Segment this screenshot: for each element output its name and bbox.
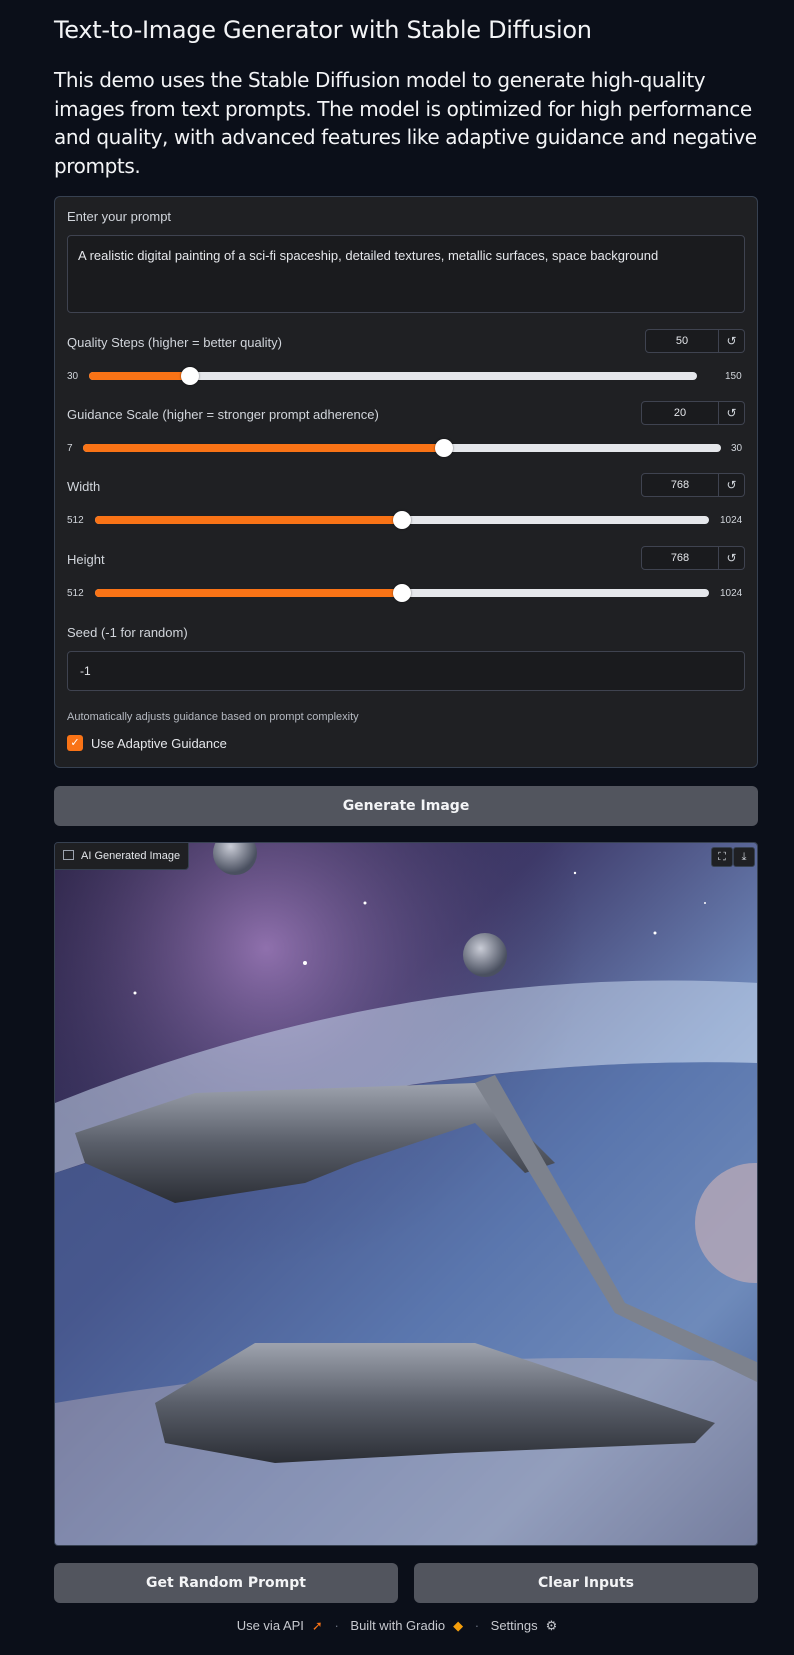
image-label-text: AI Generated Image	[81, 850, 181, 862]
steps-number-input[interactable]: 50	[645, 329, 719, 353]
generated-image	[55, 843, 757, 1545]
guidance-slider-fill	[83, 444, 444, 452]
output-image-panel: AI Generated Image ⛶ ⤓	[54, 842, 758, 1546]
check-icon: ✓	[70, 737, 80, 749]
api-link[interactable]: Use via API	[237, 1618, 304, 1633]
steps-min: 30	[67, 371, 79, 382]
settings-panel: Enter your prompt A realistic digital pa…	[54, 196, 758, 768]
width-slider-fill	[95, 516, 402, 524]
prompt-input[interactable]: A realistic digital painting of a sci-fi…	[67, 235, 745, 313]
separator: ·	[474, 1618, 480, 1633]
steps-max: 150	[725, 371, 742, 382]
height-min: 512	[67, 588, 84, 599]
width-slider[interactable]	[95, 511, 709, 529]
download-icon[interactable]: ⤓	[733, 847, 755, 867]
height-number-input[interactable]: 768	[641, 546, 719, 570]
guidance-label: Guidance Scale (higher = stronger prompt…	[67, 407, 379, 422]
height-slider[interactable]	[95, 584, 709, 602]
width-max: 1024	[720, 515, 743, 526]
page-title: Text-to-Image Generator with Stable Diff…	[54, 16, 592, 44]
steps-slider-thumb[interactable]	[181, 367, 200, 385]
steps-label: Quality Steps (higher = better quality)	[67, 335, 282, 350]
guidance-slider-thumb[interactable]	[434, 439, 453, 457]
width-number-input[interactable]: 768	[641, 473, 719, 497]
width-slider-thumb[interactable]	[393, 511, 411, 529]
generate-button[interactable]: Generate Image	[54, 786, 758, 826]
guidance-slider[interactable]	[83, 439, 721, 457]
seed-label: Seed (-1 for random)	[67, 625, 188, 640]
adaptive-info: Automatically adjusts guidance based on …	[67, 711, 359, 723]
separator: ·	[334, 1618, 339, 1633]
rocket-icon: ➚	[311, 1618, 323, 1633]
image-icon	[63, 850, 74, 860]
gear-icon: ⚙	[545, 1618, 558, 1633]
width-min: 512	[67, 515, 84, 526]
height-max: 1024	[720, 588, 743, 599]
adaptive-label[interactable]: Use Adaptive Guidance	[91, 736, 227, 751]
steps-reset-icon[interactable]: ↺	[719, 329, 745, 353]
prompt-label: Enter your prompt	[67, 209, 172, 224]
guidance-max: 30	[731, 443, 743, 454]
steps-slider-fill	[89, 372, 191, 380]
settings-link[interactable]: Settings	[491, 1618, 538, 1633]
height-reset-icon[interactable]: ↺	[719, 546, 745, 570]
seed-input[interactable]: -1	[67, 651, 745, 691]
height-slider-fill	[95, 589, 402, 597]
guidance-min: 7	[67, 443, 73, 454]
adaptive-checkbox[interactable]: ✓	[67, 735, 83, 751]
fullscreen-icon[interactable]: ⛶	[711, 847, 733, 867]
footer: Use via API ➚ · Built with Gradio ◆ · Sett…	[0, 1618, 794, 1634]
clear-inputs-button[interactable]: Clear Inputs	[414, 1563, 758, 1603]
width-label: Width	[67, 479, 101, 494]
guidance-reset-icon[interactable]: ↺	[719, 401, 745, 425]
steps-slider[interactable]	[89, 367, 697, 385]
gradio-logo-icon: ◆	[453, 1618, 464, 1633]
random-prompt-button[interactable]: Get Random Prompt	[54, 1563, 398, 1603]
width-reset-icon[interactable]: ↺	[719, 473, 745, 497]
page-description: This demo uses the Stable Diffusion mode…	[54, 68, 757, 178]
height-label: Height	[67, 552, 105, 567]
image-label: AI Generated Image	[55, 843, 190, 870]
height-slider-thumb[interactable]	[393, 584, 411, 602]
guidance-number-input[interactable]: 20	[641, 401, 719, 425]
gradio-link[interactable]: Built with Gradio	[350, 1618, 445, 1633]
